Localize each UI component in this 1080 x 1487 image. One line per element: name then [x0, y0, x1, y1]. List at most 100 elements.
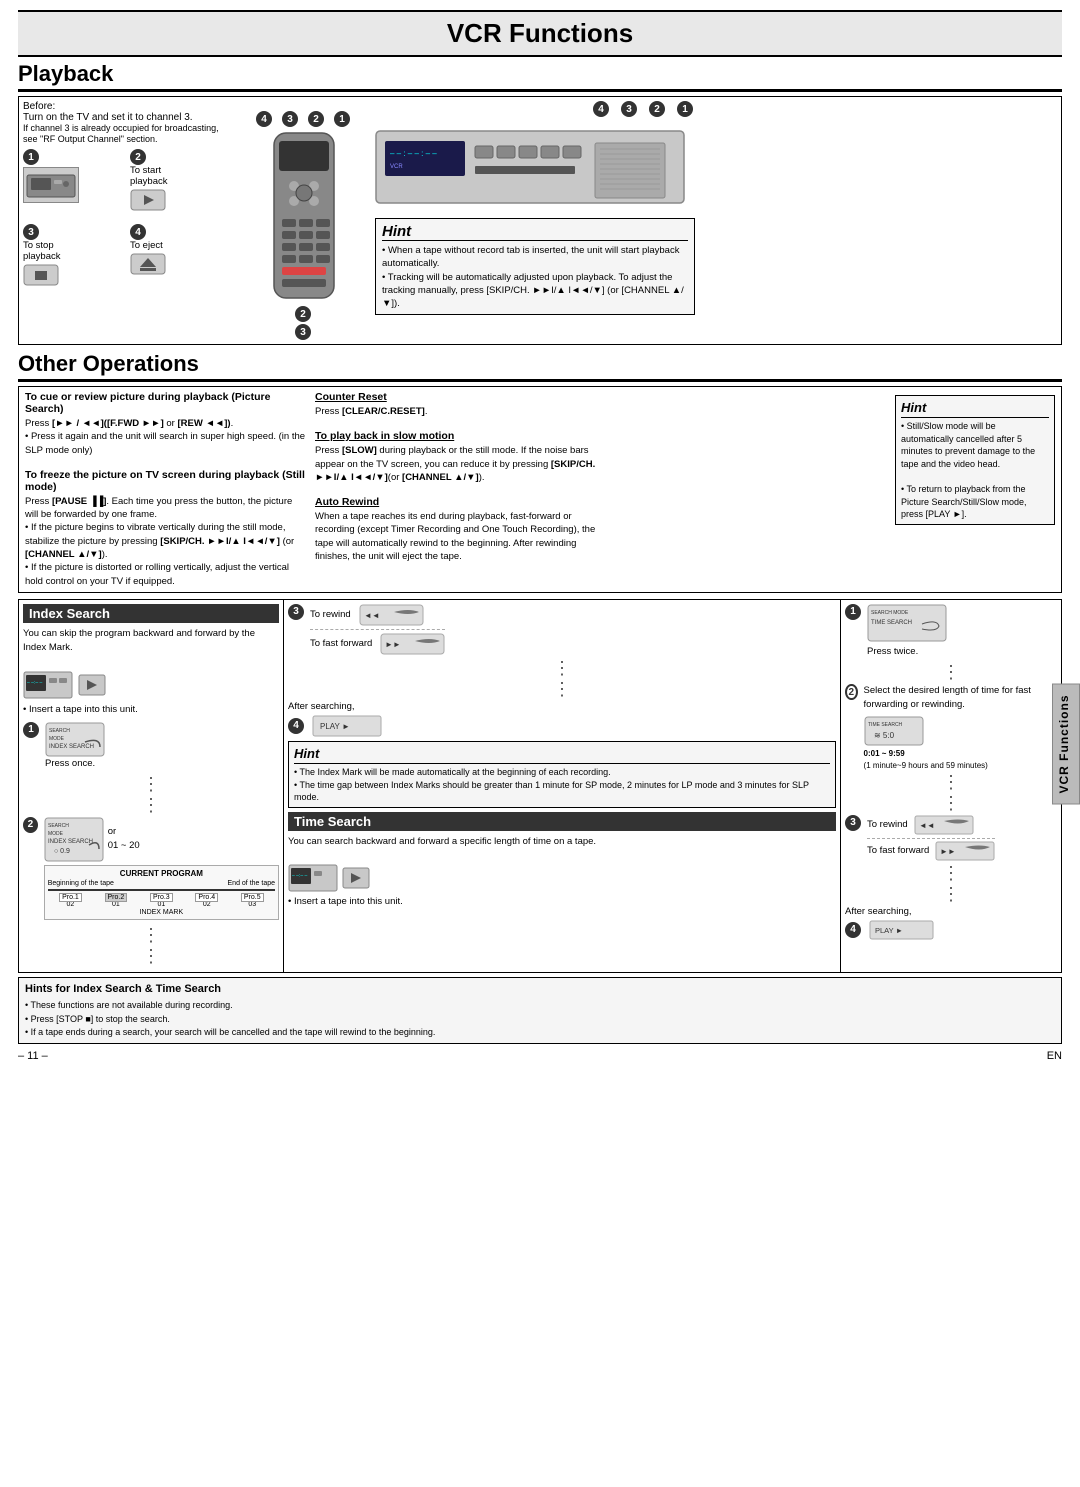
section-other-title: Other Operations [18, 351, 1062, 382]
time-range: 0:01 ~ 9:59 [864, 749, 1057, 758]
rewind-label: To rewind [310, 609, 351, 620]
pro5: Pro.5 [241, 893, 264, 902]
playback-top: Before: Turn on the TV and set it to cha… [23, 101, 1057, 340]
svg-text:MODE: MODE [49, 736, 65, 742]
step-2: 2 To startplayback [130, 149, 233, 220]
rewind-img: ◄◄ [359, 604, 424, 626]
idx-step2-badge: 2 [23, 817, 38, 833]
time-fwd-img: ►► [935, 841, 995, 861]
step1-badge: 1 [23, 149, 39, 165]
time-step4-badge: 4 [845, 922, 861, 938]
time-search-col: 1 SEARCH MODE TIME SEARCH Press twice. ⋮… [841, 600, 1061, 972]
mid-badge-4: 4 [256, 111, 272, 127]
time-arrow-2: ⋮ [845, 773, 1057, 791]
time-fwd-label: To fast forward [867, 845, 929, 856]
time-note: (1 minute~9 hours and 59 minutes) [864, 761, 1057, 770]
d2: 01 [112, 901, 120, 908]
before-label: Before: Turn on the TV and set it to cha… [23, 101, 233, 145]
pro2: Pro.2 [105, 893, 128, 902]
hint-title: Hint [382, 223, 688, 241]
time-step3: 3 To rewind ◄◄ To fast forward [845, 815, 1057, 861]
time-step2-label: Select the desired length of time for fa… [864, 684, 1057, 713]
svg-text:TIME SEARCH: TIME SEARCH [868, 722, 903, 728]
svg-text:SEARCH MODE: SEARCH MODE [871, 610, 909, 616]
svg-text:≋ 5:0: ≋ 5:0 [874, 731, 895, 740]
svg-text:INDEX SEARCH: INDEX SEARCH [48, 839, 93, 845]
index-diagram: CURRENT PROGRAM Beginning of the tape En… [44, 865, 279, 920]
time-vcr-2 [342, 864, 370, 892]
other-ops-section: To cue or review picture during playback… [18, 386, 1062, 593]
idx-step4-badge: 4 [288, 718, 304, 734]
pro1: Pro.1 [59, 893, 82, 902]
middle-col: 3 To rewind ◄◄ To fast forward [284, 600, 841, 972]
ops-heading1: To cue or review picture during playback… [25, 391, 307, 415]
playback-hint: Hint • When a tape without record tab is… [375, 218, 695, 315]
d1: 02 [67, 901, 75, 908]
ops-heading2: To freeze the picture on TV screen durin… [25, 469, 307, 493]
step4-label: To eject [130, 240, 163, 251]
tv-badge-4: 4 [593, 101, 609, 117]
idx-or-label: or [108, 825, 140, 839]
idx-step1-badge: 1 [23, 722, 39, 738]
time-step2: 2 Select the desired length of time for … [845, 684, 1057, 770]
time-arrow-5: ⋮ [845, 885, 1057, 903]
beginning-label: Beginning of the tape [48, 880, 114, 887]
mid-step2-label: 2 [295, 306, 313, 322]
insert-tape-text: • Insert a tape into this unit. [23, 703, 279, 717]
hints-bottom: Hints for Index Search & Time Search • T… [18, 977, 1062, 1044]
step4-badge: 4 [130, 224, 146, 240]
mid2: 2 [295, 306, 311, 322]
footer-page: – 11 – [18, 1050, 48, 1062]
diagram-label: CURRENT PROGRAM [48, 869, 275, 878]
vcr-sidebar-tab: VCR Functions [1052, 683, 1080, 804]
vcr-device-1 [23, 167, 79, 203]
svg-text:PLAY ►: PLAY ► [320, 722, 350, 731]
playback-section: Before: Turn on the TV and set it to cha… [18, 96, 1062, 345]
svg-text:– –:– –: – –:– – [27, 680, 43, 686]
hints-b3: • If a tape ends during a search, your s… [25, 1026, 1055, 1040]
mid-badge-1: 1 [334, 111, 350, 127]
index-search-text1: You can skip the program backward and fo… [23, 627, 279, 656]
auto-rewind-text: When a tape reaches its end during playb… [315, 510, 597, 563]
step2-label: To startplayback [130, 165, 168, 187]
ops-text2c: • If the picture is distorted or rolling… [25, 561, 307, 588]
mid-badge-2: 2 [308, 111, 324, 127]
time-search-text: You can search backward and forward a sp… [288, 835, 836, 849]
ops-hint-title: Hint [901, 399, 1049, 418]
bottom-section: Index Search You can skip the program ba… [18, 599, 1062, 973]
time-search-title: Time Search [288, 812, 836, 831]
ops-col2: Counter Reset Press [CLEAR/C.RESET]. To … [315, 391, 597, 588]
idx-step4: 4 PLAY ► [288, 715, 836, 737]
time-search-dial: TIME SEARCH ≋ 5:0 [864, 716, 924, 746]
time-step4: 4 PLAY ► [845, 920, 1057, 940]
arrow-down-1: ⋮ [23, 775, 279, 793]
arrow-down-2: ⋮ [23, 796, 279, 814]
svg-text:VCR: VCR [390, 164, 403, 170]
index-step2: 2 SEARCH MODE INDEX SEARCH ○ 0.9 or [23, 817, 279, 923]
slow-motion-text: Press [SLOW] during playback or the stil… [315, 444, 597, 484]
fwd-label: To fast forward [310, 638, 372, 649]
index-vcr-1: – –:– – [23, 670, 73, 700]
hints-b2: • Press [STOP ■] to stop the search. [25, 1013, 1055, 1027]
svg-text:MODE: MODE [48, 831, 64, 837]
playback-left: Before: Turn on the TV and set it to cha… [23, 101, 233, 295]
footer-lang: EN [1047, 1050, 1062, 1062]
search-mode-btn: SEARCH MODE INDEX SEARCH [45, 722, 105, 757]
step3-label: To stopplayback [23, 240, 61, 262]
svg-text:○ 0.9: ○ 0.9 [54, 848, 70, 855]
after-searching-label: After searching, [288, 701, 836, 712]
arrow-down-4: ⋮ [23, 947, 279, 965]
d3: 01 [157, 901, 165, 908]
time-search-btn1: SEARCH MODE TIME SEARCH [867, 604, 947, 642]
idx-hint-b2: • The time gap between Index Marks shoul… [294, 779, 830, 804]
ops-hint: Hint • Still/Slow mode will be automatic… [895, 395, 1055, 525]
play-btn-4: PLAY ► [312, 715, 382, 737]
idx-step3-badge: 3 [288, 604, 304, 620]
ops-text2b: • If the picture begins to vibrate verti… [25, 521, 307, 561]
time-after-label: After searching, [845, 906, 1057, 917]
svg-text:PLAY ►: PLAY ► [875, 926, 903, 935]
arrow-mid-1: ⋮ [288, 659, 836, 677]
idx-range: 01 ~ 20 [108, 839, 140, 853]
time-vcr-1: – –:– – [288, 864, 338, 892]
step3-badge: 3 [23, 224, 39, 240]
